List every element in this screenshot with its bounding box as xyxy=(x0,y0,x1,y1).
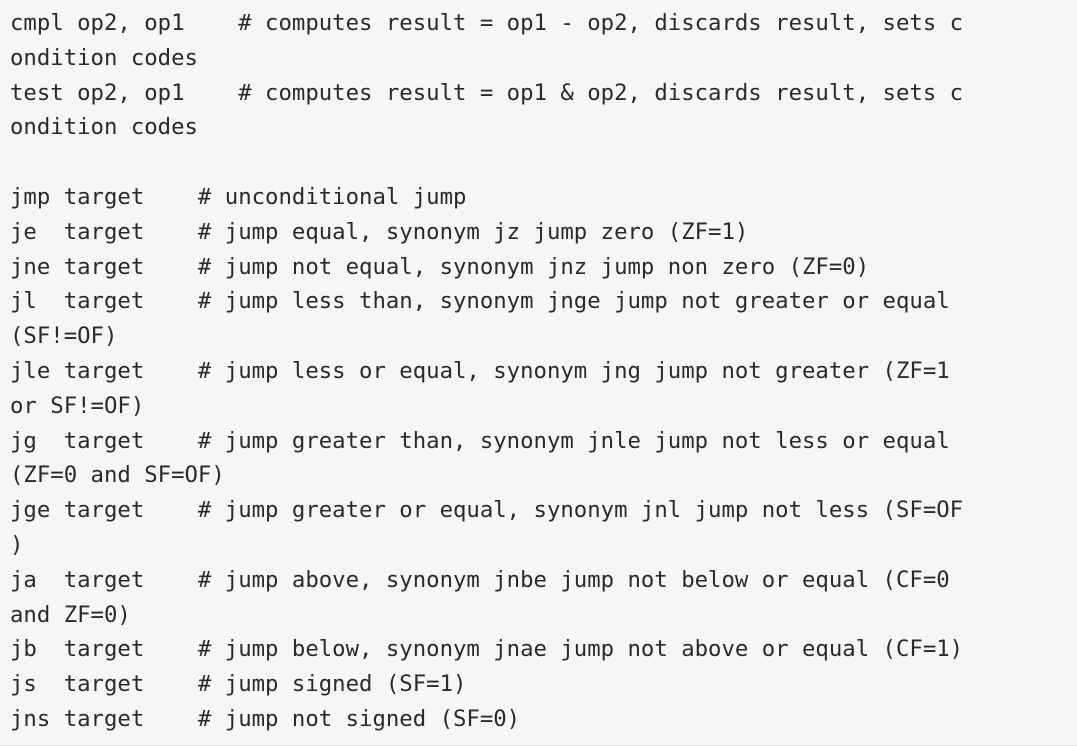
code-line-test: test op2, op1 # computes result = op1 & … xyxy=(10,79,964,106)
code-line-jb: jb target # jump below, synonym jnae jum… xyxy=(10,636,964,663)
code-line-jne: jne target # jump not equal, synonym jnz… xyxy=(10,253,870,280)
code-line-cmpl: cmpl op2, op1 # computes result = op1 - … xyxy=(10,10,964,36)
code-line-ja: ja target # jump above, synonym jnbe jum… xyxy=(10,566,950,593)
code-line-jns: jns target # jump not signed (SF=0) xyxy=(10,705,521,732)
code-line-ja-wrap: and ZF=0) xyxy=(10,601,131,628)
code-block: cmpl op2, op1 # computes result = op1 - … xyxy=(0,0,1077,746)
code-line-jl: jl target # jump less than, synonym jnge… xyxy=(10,288,950,315)
code-line-js: js target # jump signed (SF=1) xyxy=(10,671,467,698)
code-line-jg: jg target # jump greater than, synonym j… xyxy=(10,427,950,454)
code-line-test-wrap: ondition codes xyxy=(10,114,198,141)
code-line-jg-wrap: (ZF=0 and SF=OF) xyxy=(10,462,225,489)
code-line-jle: jle target # jump less or equal, synonym… xyxy=(10,357,950,384)
code-line-jmp: jmp target # unconditional jump xyxy=(10,183,467,210)
code-line-jge-wrap: ) xyxy=(10,531,24,558)
code-line-je: je target # jump equal, synonym jz jump … xyxy=(10,218,749,245)
code-line-cmpl-wrap: ondition codes xyxy=(10,44,198,71)
code-line-jle-wrap: or SF!=OF) xyxy=(10,392,145,419)
code-line-jl-wrap: (SF!=OF) xyxy=(10,323,118,350)
code-line-jge: jge target # jump greater or equal, syno… xyxy=(10,497,964,524)
